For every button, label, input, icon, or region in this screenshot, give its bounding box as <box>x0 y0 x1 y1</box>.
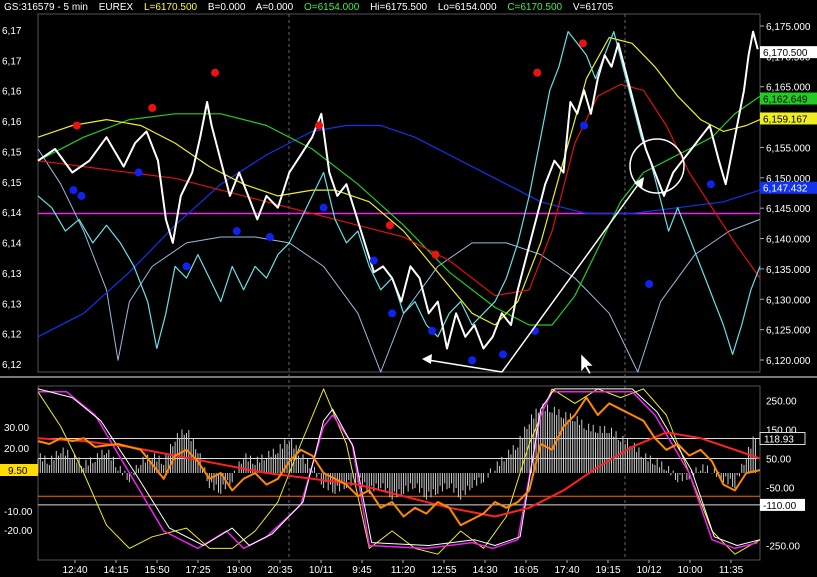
time-tick-label: 12:40 <box>62 565 87 576</box>
time-tick-label: 10/11 <box>309 565 334 576</box>
price-tick-left: 6,15 <box>2 178 22 189</box>
oscillator-tick-left: -20.00 <box>4 526 33 537</box>
blue-dot <box>134 168 143 177</box>
price-tick-left: 6,12 <box>2 360 22 371</box>
red-dot <box>148 103 157 112</box>
time-tick-label: 15:50 <box>144 565 169 576</box>
lightblue-cycle-line <box>37 148 761 373</box>
blue-average-line <box>37 124 761 338</box>
osc-magenta-line <box>38 391 758 550</box>
blue-dot <box>706 180 715 189</box>
price-tick-left: 6,16 <box>2 117 22 128</box>
price-tick-left: 6,13 <box>2 299 22 310</box>
blue-dot <box>428 326 437 335</box>
price-tick-left: 6,14 <box>2 208 22 219</box>
mouse-cursor-icon <box>580 353 594 375</box>
price-tick-right: 6,140.000 <box>766 235 811 246</box>
time-tick-label: 17:25 <box>185 565 210 576</box>
blue-dot <box>580 121 589 130</box>
annotation-arrow-line <box>427 359 503 373</box>
red-dot <box>533 68 542 77</box>
price-tick-left: 6,12 <box>2 330 22 341</box>
price-tag-label: 6,147.432 <box>763 184 808 195</box>
blue-dot <box>319 203 328 212</box>
blue-dot <box>369 256 378 265</box>
price-tick-right: 6,120.000 <box>766 356 811 367</box>
price-tag-label: 6,170.500 <box>763 48 808 59</box>
time-tick-label: 14:15 <box>103 565 128 576</box>
red-average-line <box>37 83 761 297</box>
chart-window: GS:316579 - 5 min EUREX L=6170.500 B=0.0… <box>0 0 817 577</box>
price-tick-left: 6,15 <box>2 147 22 158</box>
chart-canvas[interactable]: 6,175.0006,170.5006,165.0006,160.0006,15… <box>0 0 817 577</box>
oscillator-tick-left: 20.00 <box>4 444 29 455</box>
osc-yellow-line <box>37 388 761 555</box>
oscillator-tick-right: 50.00 <box>766 455 791 466</box>
red-dot <box>431 250 440 259</box>
blue-dot <box>468 356 477 365</box>
price-tick-left: 6,14 <box>2 239 22 250</box>
price-tick-right: 6,175.000 <box>766 22 811 33</box>
price-tick-left: 6,16 <box>2 87 22 98</box>
time-tick-label: 20:35 <box>267 565 292 576</box>
blue-dot <box>265 233 274 242</box>
price-tick-right: 6,135.000 <box>766 265 811 276</box>
red-dot <box>578 39 587 48</box>
price-tick-left: 6,17 <box>2 26 22 37</box>
time-tick-label: 19:00 <box>226 565 251 576</box>
blue-dot <box>388 309 397 318</box>
price-tick-right: 6,145.000 <box>766 204 811 215</box>
osc-orange-line <box>37 396 761 527</box>
time-tick-label: 10:00 <box>677 565 702 576</box>
white-price-line <box>37 30 759 350</box>
red-dot <box>72 121 81 130</box>
red-dot <box>385 221 394 230</box>
blue-dot <box>182 262 191 271</box>
time-tick-label: 10/12 <box>636 565 661 576</box>
red-dot <box>315 121 324 130</box>
price-tag-label: 6,162.649 <box>763 95 808 106</box>
price-tick-right: 6,130.000 <box>766 295 811 306</box>
price-tick-right: 6,165.000 <box>766 83 811 94</box>
oscillator-tag-label: -110.00 <box>763 501 797 512</box>
time-tick-label: 19:15 <box>595 565 620 576</box>
price-tag-label: 6,159.167 <box>763 114 808 125</box>
price-tick-left: 6,13 <box>2 269 22 280</box>
blue-dot <box>69 186 78 195</box>
oscillator-tick-left: 30.00 <box>4 423 29 434</box>
oscillator-tag-label: 9.50 <box>8 466 28 477</box>
oscillator-tick-right: -250.00 <box>766 542 800 553</box>
oscillator-tick-right: -50.00 <box>766 484 795 495</box>
price-tick-right: 6,125.000 <box>766 326 811 337</box>
red-dot <box>211 68 220 77</box>
time-tick-label: 14:30 <box>472 565 497 576</box>
oscillator-tick-right: 250.00 <box>766 397 797 408</box>
time-tick-label: 17:40 <box>554 565 579 576</box>
oscillator-tag-label: 118.93 <box>764 435 794 446</box>
oscillator-tick-left: -10.00 <box>4 507 33 518</box>
blue-dot <box>645 279 654 288</box>
time-tick-label: 9:45 <box>352 565 372 576</box>
annotation-arrow-head <box>422 354 432 364</box>
price-tick-right: 6,155.000 <box>766 143 811 154</box>
price-tick-left: 6,17 <box>2 56 22 67</box>
blue-dot <box>77 191 86 200</box>
blue-dot <box>232 227 241 236</box>
time-tick-label: 16:05 <box>513 565 538 576</box>
time-tick-label: 11:35 <box>719 565 744 576</box>
time-tick-label: 12:55 <box>431 565 456 576</box>
time-tick-label: 11:20 <box>391 565 416 576</box>
blue-dot <box>498 350 507 359</box>
annotation-arrow-line <box>501 181 641 373</box>
